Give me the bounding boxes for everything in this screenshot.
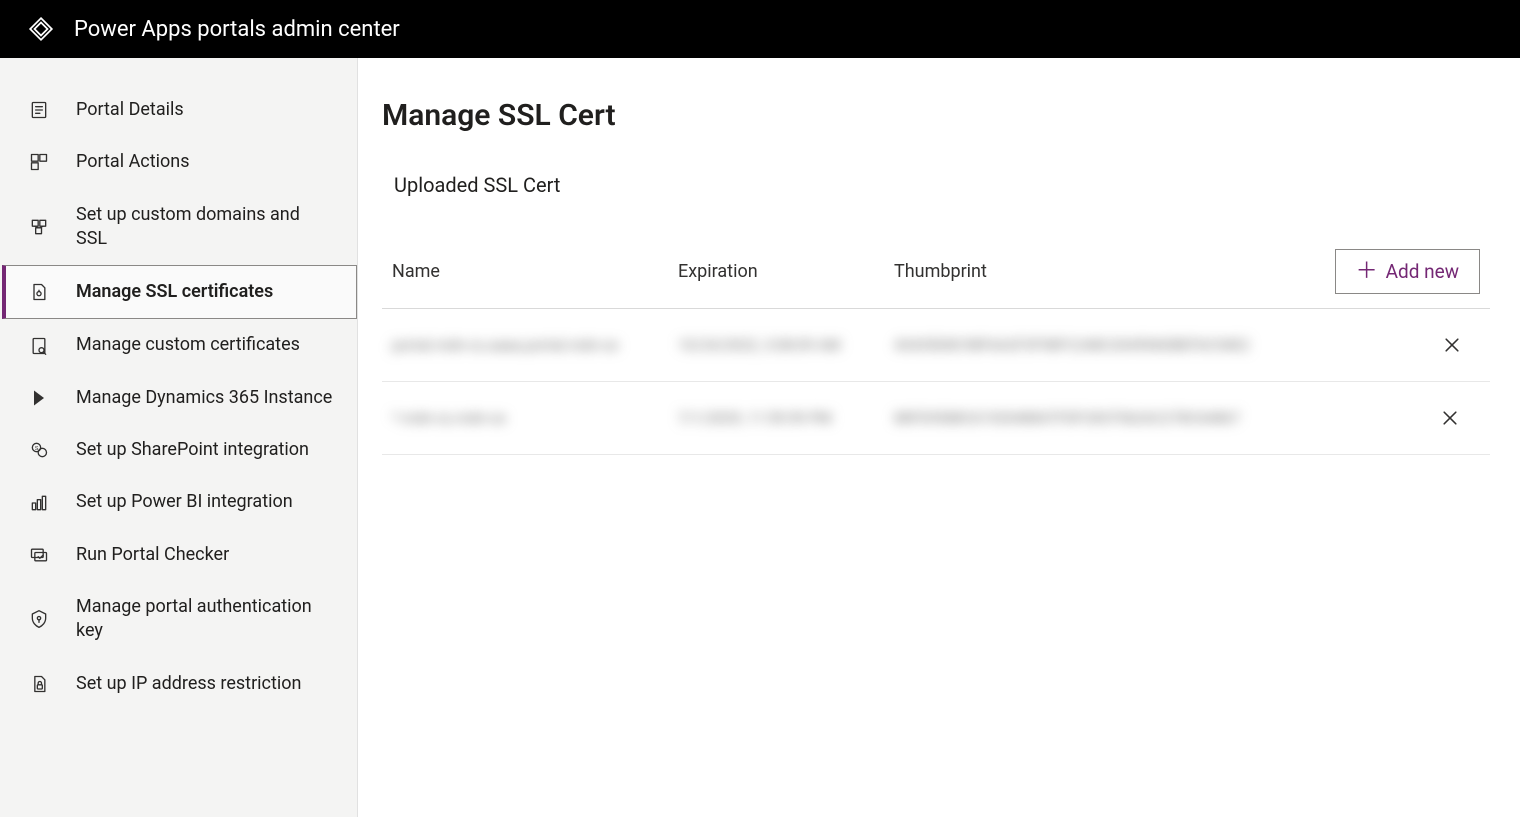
sidebar-item-set-up-sharepoint-integration[interactable]: S Set up SharePoint integration xyxy=(0,424,357,476)
svg-text:S: S xyxy=(35,446,39,452)
cell-thumbprint: 43435D8C98F6A2F3F98FC248C204596DBEF6C54E… xyxy=(894,336,1250,354)
sidebar-item-manage-dynamics-365-instance[interactable]: Manage Dynamics 365 Instance xyxy=(0,372,357,424)
checker-icon xyxy=(28,544,50,566)
cert-table-header: Name Expiration Thumbprint ＋ Add new xyxy=(382,249,1490,309)
table-row: *.mdn-cs.mdn-ce 7/1/2029, 11:59:59 PM 88… xyxy=(382,382,1490,455)
sidebar-item-manage-custom-certificates[interactable]: Manage custom certificates xyxy=(0,319,357,371)
sidebar-item-portal-actions[interactable]: Portal Actions xyxy=(0,136,357,188)
ssl-cert-icon xyxy=(28,281,50,303)
cell-expiration: 7/1/2029, 11:59:59 PM xyxy=(678,409,888,427)
sidebar-item-run-portal-checker[interactable]: Run Portal Checker xyxy=(0,529,357,581)
cell-thumbprint: 88FD9588C6192048847F0FC8CF562AC278C64867 xyxy=(894,409,1248,427)
cell-expiration: 10/24/2022, 3:08:09 AM xyxy=(678,336,888,354)
app-title: Power Apps portals admin center xyxy=(74,17,400,42)
auth-key-icon xyxy=(28,608,50,630)
sidebar-item-label: Set up custom domains and SSL xyxy=(76,203,335,252)
add-new-button[interactable]: ＋ Add new xyxy=(1335,249,1480,294)
sidebar-item-label: Set up SharePoint integration xyxy=(76,438,309,462)
cell-name: portal.mdn-cs.aaaa.portal.mdn-ce xyxy=(392,336,672,354)
delete-row-button[interactable] xyxy=(1436,404,1464,432)
ip-restrict-icon xyxy=(28,673,50,695)
details-icon xyxy=(28,99,50,121)
sidebar-item-set-up-ip-address-restriction[interactable]: Set up IP address restriction xyxy=(0,658,357,710)
delete-row-button[interactable] xyxy=(1438,331,1466,359)
sidebar-item-label: Manage custom certificates xyxy=(76,333,300,357)
app-header: Power Apps portals admin center xyxy=(0,0,1520,58)
powerbi-icon xyxy=(28,492,50,514)
sidebar: Portal Details Portal Actions Set up cus… xyxy=(0,58,358,817)
add-new-label: Add new xyxy=(1386,260,1459,283)
sidebar-item-label: Run Portal Checker xyxy=(76,543,229,567)
plus-icon: ＋ xyxy=(1356,261,1378,283)
app-logo-icon xyxy=(28,16,54,42)
sidebar-item-label: Set up IP address restriction xyxy=(76,672,301,696)
sidebar-item-set-up-power-bi-integration[interactable]: Set up Power BI integration xyxy=(0,476,357,528)
sidebar-item-label: Portal Actions xyxy=(76,150,190,174)
dynamics-icon xyxy=(28,387,50,409)
sidebar-item-set-up-custom-domains-and-ssl[interactable]: Set up custom domains and SSL xyxy=(0,189,357,266)
col-header-expiration: Expiration xyxy=(678,261,888,282)
domains-icon xyxy=(28,216,50,238)
col-header-name: Name xyxy=(392,261,672,282)
cert-table: Name Expiration Thumbprint ＋ Add new por… xyxy=(382,249,1490,455)
section-label: Uploaded SSL Cert xyxy=(394,173,1490,197)
sidebar-item-label: Portal Details xyxy=(76,98,184,122)
sidebar-item-label: Manage Dynamics 365 Instance xyxy=(76,386,332,410)
main-content: Manage SSL Cert Uploaded SSL Cert Name E… xyxy=(358,58,1520,817)
sidebar-item-portal-details[interactable]: Portal Details xyxy=(0,84,357,136)
custom-cert-icon xyxy=(28,335,50,357)
cell-name: *.mdn-cs.mdn-ce xyxy=(392,409,672,427)
sidebar-item-manage-portal-authentication-key[interactable]: Manage portal authentication key xyxy=(0,581,357,658)
actions-icon xyxy=(28,151,50,173)
sidebar-item-label: Manage SSL certificates xyxy=(76,280,273,304)
sharepoint-icon: S xyxy=(28,439,50,461)
sidebar-item-label: Set up Power BI integration xyxy=(76,490,293,514)
sidebar-item-manage-ssl-certificates[interactable]: Manage SSL certificates xyxy=(2,265,357,319)
table-row: portal.mdn-cs.aaaa.portal.mdn-ce 10/24/2… xyxy=(382,309,1490,382)
col-header-thumbprint: Thumbprint xyxy=(894,261,1248,282)
page-title: Manage SSL Cert xyxy=(382,98,1490,133)
sidebar-item-label: Manage portal authentication key xyxy=(76,595,335,644)
